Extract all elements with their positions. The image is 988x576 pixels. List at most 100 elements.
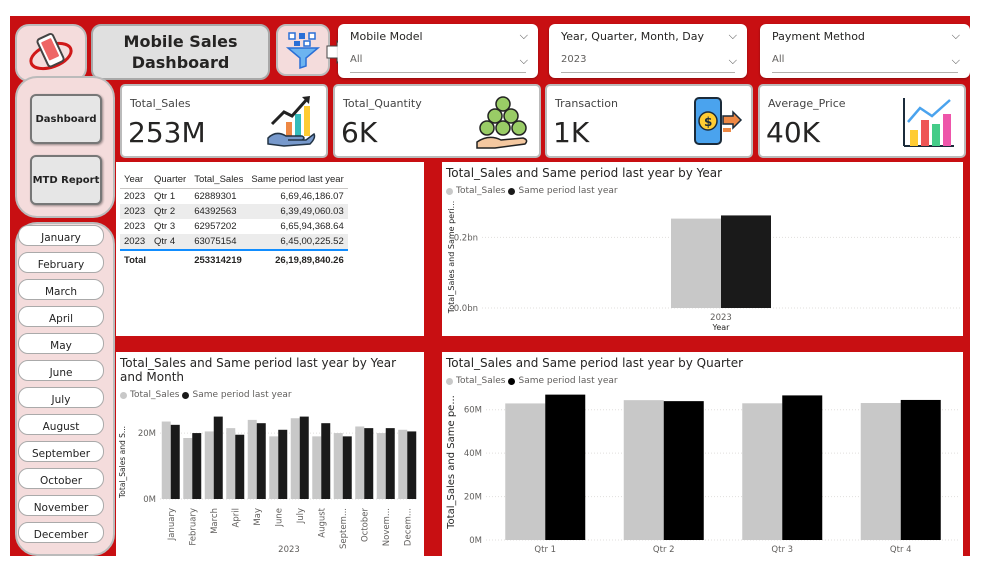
- kpi-average-price: Average_Price 40K: [758, 84, 966, 158]
- table-header[interactable]: Total_Sales: [190, 170, 248, 189]
- bar-total-sales: [204, 431, 214, 499]
- table-cell: Qtr 3: [154, 221, 176, 232]
- table-header[interactable]: Quarter: [150, 170, 191, 189]
- bar-total-sales: [398, 429, 408, 499]
- x-tick-label: Novem...: [382, 508, 392, 546]
- y-tick-label: 0M: [469, 536, 482, 546]
- x-tick-label: Qtr 1: [534, 545, 556, 555]
- bar-same-period-last-year: [342, 436, 352, 499]
- x-tick-label: October: [360, 508, 370, 543]
- table-header[interactable]: Year: [120, 170, 150, 189]
- month-button[interactable]: September: [18, 441, 104, 462]
- bar-total-sales: [671, 218, 721, 308]
- bar-total-sales: [226, 428, 236, 499]
- table-total-row: Total 253314219 26,19,89,840.26: [120, 250, 348, 268]
- slicer-date-hierarchy[interactable]: Year, Quarter, Month, Day ⌵ 2023 ⌵: [549, 24, 747, 78]
- month-button[interactable]: November: [18, 495, 104, 516]
- bar-same-period-last-year: [192, 433, 202, 499]
- month-button[interactable]: August: [18, 414, 104, 435]
- month-button[interactable]: March: [18, 279, 104, 300]
- chevron-down-icon[interactable]: ⌵: [729, 54, 737, 68]
- app-logo: [15, 24, 87, 82]
- slicer-value: 2023: [561, 54, 587, 65]
- bar-total-sales: [269, 436, 279, 499]
- table-cell: 26,19,89,840.26: [275, 255, 344, 266]
- table-cell: Qtr 2: [150, 204, 191, 219]
- quarter-table-panel: Year Quarter Total_Sales Same period las…: [116, 162, 424, 336]
- month-button[interactable]: December: [18, 522, 104, 543]
- bar-same-period-last-year: [321, 423, 331, 499]
- month-button[interactable]: February: [18, 252, 104, 273]
- chart-by-month: Total_Sales and Same period last year by…: [116, 352, 424, 556]
- dashboard-button[interactable]: Dashboard: [30, 94, 102, 144]
- table-cell: 6,39,49,060.03: [247, 204, 348, 219]
- x-tick-label: Qtr 3: [771, 545, 793, 555]
- bar-total-sales: [623, 400, 664, 540]
- chart-canvas: 0M 20M 40M 60M Qtr 1 Qtr 2 Qtr 3 Qtr 4 Total_Sal…: [446, 394, 960, 555]
- month-button[interactable]: January: [18, 225, 104, 246]
- chevron-down-icon[interactable]: ⌵: [952, 54, 960, 68]
- month-button[interactable]: April: [18, 306, 104, 327]
- chevron-down-icon[interactable]: ⌵: [729, 29, 737, 43]
- dashboard-frame: Mobile Sales Dashboard Mobile Model ⌵ Al…: [10, 16, 970, 556]
- x-tick-label: April: [231, 508, 241, 527]
- x-tick-label: Qtr 4: [890, 545, 912, 555]
- y-tick-label: 40M: [464, 449, 482, 459]
- bar-total-sales: [355, 426, 365, 499]
- bar-same-period-last-year: [900, 399, 941, 540]
- slicer-mobile-model[interactable]: Mobile Model ⌵ All ⌵: [338, 24, 538, 78]
- bar-same-period-last-year: [385, 428, 395, 499]
- bar-total-sales: [505, 403, 546, 540]
- chevron-down-icon[interactable]: ⌵: [520, 29, 528, 43]
- slicer-value: All: [772, 54, 785, 65]
- month-button[interactable]: October: [18, 468, 104, 489]
- kpi-label: Total_Sales: [130, 97, 191, 110]
- y-tick-label: 60M: [464, 406, 482, 416]
- y-tick-label: 0M: [143, 495, 156, 505]
- slicer-underline: [350, 72, 526, 73]
- bar-same-period-last-year: [782, 395, 823, 540]
- slicer-value: All: [350, 54, 363, 65]
- month-button[interactable]: July: [18, 387, 104, 408]
- table-cell: 62889301: [194, 191, 237, 202]
- y-tick-label: 0.0bn: [454, 304, 478, 314]
- month-button[interactable]: June: [18, 360, 104, 381]
- table-cell: Qtr 4: [150, 234, 191, 251]
- bar-same-period-last-year: [256, 423, 266, 499]
- filter-funnel-icon: [285, 32, 321, 69]
- table-row: 2023 Qtr 4 63075154 6,45,00,225.52: [120, 234, 348, 251]
- title-line-2: Dashboard: [131, 53, 230, 72]
- kpi-value: 253M: [128, 116, 206, 149]
- filter-toggle[interactable]: [276, 24, 330, 76]
- table-cell: 253314219: [194, 255, 242, 266]
- slicer-payment-method[interactable]: Payment Method ⌵ All ⌵: [760, 24, 970, 78]
- chevron-down-icon[interactable]: ⌵: [952, 29, 960, 43]
- bar-same-period-last-year: [545, 394, 586, 540]
- table-header[interactable]: Same period last year: [247, 170, 348, 189]
- mtd-report-button[interactable]: MTD Report: [30, 155, 102, 205]
- chart-by-quarter: Total_Sales and Same period last year by…: [442, 352, 963, 556]
- table-cell: Total: [124, 255, 146, 266]
- table-row: 2023 Qtr 1 62889301 6,69,46,186.07: [120, 189, 348, 205]
- month-button[interactable]: May: [18, 333, 104, 354]
- title-line-1: Mobile Sales: [123, 32, 238, 51]
- slicer-underline: [561, 72, 735, 73]
- table-cell: Qtr 1: [154, 191, 176, 202]
- coins-hand-icon: [476, 96, 528, 149]
- kpi-total-sales: Total_Sales 253M: [120, 84, 328, 158]
- kpi-transaction: Transaction 1K $: [545, 84, 753, 158]
- kpi-value: 1K: [553, 116, 590, 149]
- y-tick-label: 0.2bn: [454, 233, 478, 243]
- slicer-label: Mobile Model: [350, 30, 423, 43]
- bar-same-period-last-year: [364, 428, 374, 499]
- table-header-row: Year Quarter Total_Sales Same period las…: [120, 170, 348, 189]
- table-cell: 6,69,46,186.07: [280, 191, 344, 202]
- bar-same-period-last-year: [170, 424, 180, 499]
- table-row: 2023 Qtr 2 64392563 6,39,49,060.03: [120, 204, 348, 219]
- bar-total-sales: [333, 433, 343, 499]
- bar-total-sales: [376, 433, 386, 499]
- x-tick-label: Decem...: [403, 508, 413, 546]
- bar-same-period-last-year: [663, 401, 704, 540]
- bar-total-sales: [742, 403, 783, 540]
- chevron-down-icon[interactable]: ⌵: [520, 54, 528, 68]
